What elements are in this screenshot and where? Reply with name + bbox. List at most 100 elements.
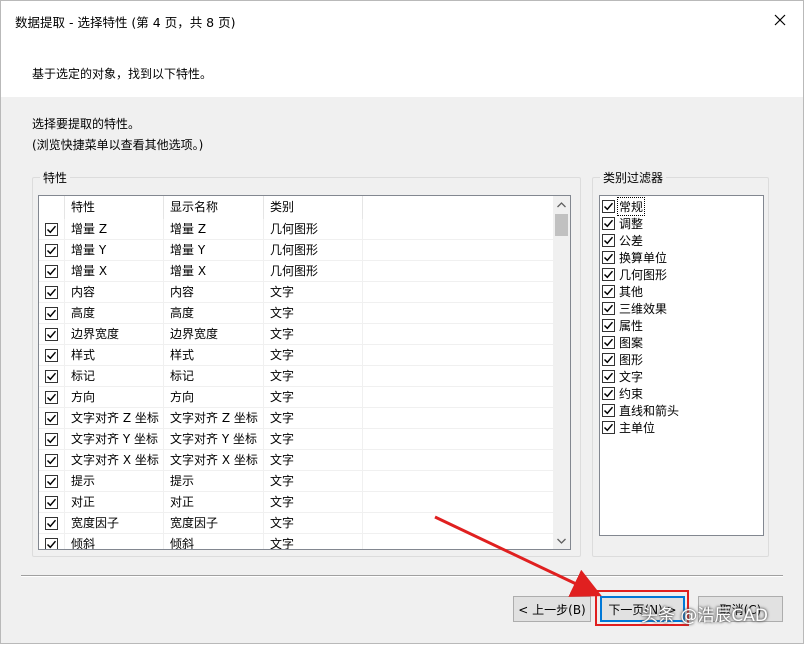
- display-name-cell[interactable]: 提示: [164, 471, 264, 492]
- row-checkbox-cell[interactable]: [39, 282, 65, 303]
- table-row[interactable]: 方向 方向 文字: [39, 387, 553, 408]
- row-checkbox-cell[interactable]: [39, 387, 65, 408]
- row-checkbox-cell[interactable]: [39, 219, 65, 240]
- display-name-cell[interactable]: 边界宽度: [164, 324, 264, 345]
- back-button[interactable]: < 上一步(B): [513, 596, 591, 622]
- table-row[interactable]: 宽度因子 宽度因子 文字: [39, 513, 553, 534]
- row-checkbox[interactable]: [45, 328, 58, 341]
- row-checkbox[interactable]: [45, 307, 58, 320]
- table-row[interactable]: 对正 对正 文字: [39, 492, 553, 513]
- display-name-cell[interactable]: 样式: [164, 345, 264, 366]
- row-checkbox[interactable]: [45, 370, 58, 383]
- filter-item[interactable]: 三维效果: [602, 300, 668, 317]
- filter-checkbox[interactable]: [602, 404, 615, 417]
- filter-item[interactable]: 公差: [602, 232, 644, 249]
- filter-item[interactable]: 直线和箭头: [602, 402, 680, 419]
- display-name-cell[interactable]: 增量 Y: [164, 240, 264, 261]
- filter-item[interactable]: 属性: [602, 317, 644, 334]
- row-checkbox-cell[interactable]: [39, 366, 65, 387]
- row-checkbox[interactable]: [45, 517, 58, 530]
- display-name-cell[interactable]: 方向: [164, 387, 264, 408]
- filter-item[interactable]: 调整: [602, 215, 644, 232]
- table-row[interactable]: 文字对齐 Z 坐标 文字对齐 Z 坐标 文字: [39, 408, 553, 429]
- scroll-thumb[interactable]: [555, 214, 568, 236]
- display-name-cell[interactable]: 对正: [164, 492, 264, 513]
- scroll-up-button[interactable]: [553, 196, 570, 213]
- column-header-display-name[interactable]: 显示名称: [164, 196, 264, 219]
- filter-checkbox[interactable]: [602, 421, 615, 434]
- filter-checkbox[interactable]: [602, 319, 615, 332]
- row-checkbox[interactable]: [45, 244, 58, 257]
- filter-checkbox[interactable]: [602, 200, 615, 213]
- category-filter-list[interactable]: 常规 调整 公差 换算单位 几何图形 其他 三维效果 属性 图案 图形 文字 约束 直线和箭头 主单位: [599, 195, 764, 536]
- row-checkbox[interactable]: [45, 223, 58, 236]
- row-checkbox-cell[interactable]: [39, 513, 65, 534]
- table-row[interactable]: 高度 高度 文字: [39, 303, 553, 324]
- table-row[interactable]: 文字对齐 Y 坐标 文字对齐 Y 坐标 文字: [39, 429, 553, 450]
- row-checkbox-cell[interactable]: [39, 408, 65, 429]
- vertical-scrollbar[interactable]: [553, 196, 570, 549]
- display-name-cell[interactable]: 增量 Z: [164, 219, 264, 240]
- row-checkbox[interactable]: [45, 349, 58, 362]
- table-row[interactable]: 文字对齐 X 坐标 文字对齐 X 坐标 文字: [39, 450, 553, 471]
- filter-item[interactable]: 常规: [602, 197, 646, 216]
- filter-checkbox[interactable]: [602, 387, 615, 400]
- filter-checkbox[interactable]: [602, 302, 615, 315]
- row-checkbox[interactable]: [45, 496, 58, 509]
- display-name-cell[interactable]: 高度: [164, 303, 264, 324]
- row-checkbox-cell[interactable]: [39, 492, 65, 513]
- row-checkbox-cell[interactable]: [39, 450, 65, 471]
- table-row[interactable]: 标记 标记 文字: [39, 366, 553, 387]
- display-name-cell[interactable]: 文字对齐 X 坐标: [164, 450, 264, 471]
- display-name-cell[interactable]: 文字对齐 Y 坐标: [164, 429, 264, 450]
- filter-checkbox[interactable]: [602, 268, 615, 281]
- row-checkbox[interactable]: [45, 286, 58, 299]
- table-row[interactable]: 样式 样式 文字: [39, 345, 553, 366]
- filter-item[interactable]: 主单位: [602, 419, 656, 436]
- row-checkbox-cell[interactable]: [39, 429, 65, 450]
- filter-item[interactable]: 图案: [602, 334, 644, 351]
- row-checkbox-cell[interactable]: [39, 471, 65, 492]
- filter-checkbox[interactable]: [602, 353, 615, 366]
- display-name-cell[interactable]: 倾斜: [164, 534, 264, 549]
- display-name-cell[interactable]: 标记: [164, 366, 264, 387]
- filter-item[interactable]: 文字: [602, 368, 644, 385]
- properties-grid[interactable]: 特性 显示名称 类别 增量 Z 增量 Z 几何图形 增量 Y 增量 Y 几何图形 增量 X增…: [38, 195, 571, 550]
- column-header-property[interactable]: 特性: [65, 196, 164, 219]
- row-checkbox[interactable]: [45, 454, 58, 467]
- row-checkbox-cell[interactable]: [39, 534, 65, 549]
- filter-item[interactable]: 换算单位: [602, 249, 668, 266]
- row-checkbox-cell[interactable]: [39, 261, 65, 282]
- table-row[interactable]: 提示 提示 文字: [39, 471, 553, 492]
- filter-checkbox[interactable]: [602, 370, 615, 383]
- row-checkbox[interactable]: [45, 538, 58, 549]
- filter-checkbox[interactable]: [602, 217, 615, 230]
- table-row[interactable]: 增量 Z 增量 Z 几何图形: [39, 219, 553, 240]
- row-checkbox-cell[interactable]: [39, 324, 65, 345]
- row-checkbox[interactable]: [45, 475, 58, 488]
- display-name-cell[interactable]: 内容: [164, 282, 264, 303]
- display-name-cell[interactable]: 增量 X: [164, 261, 264, 282]
- row-checkbox[interactable]: [45, 391, 58, 404]
- display-name-cell[interactable]: 文字对齐 Z 坐标: [164, 408, 264, 429]
- table-row[interactable]: 增量 Y 增量 Y 几何图形: [39, 240, 553, 261]
- row-checkbox-cell[interactable]: [39, 345, 65, 366]
- scroll-down-button[interactable]: [553, 532, 570, 549]
- table-row[interactable]: 增量 X 增量 X 几何图形: [39, 261, 553, 282]
- column-header-category[interactable]: 类别: [264, 196, 363, 219]
- filter-item[interactable]: 约束: [602, 385, 644, 402]
- row-checkbox-cell[interactable]: [39, 240, 65, 261]
- table-row[interactable]: 内容 内容 文字: [39, 282, 553, 303]
- header-check-column[interactable]: [39, 196, 65, 219]
- filter-item[interactable]: 几何图形: [602, 266, 668, 283]
- display-name-cell[interactable]: 宽度因子: [164, 513, 264, 534]
- filter-checkbox[interactable]: [602, 336, 615, 349]
- row-checkbox[interactable]: [45, 433, 58, 446]
- filter-checkbox[interactable]: [602, 285, 615, 298]
- close-button[interactable]: [763, 5, 797, 35]
- row-checkbox[interactable]: [45, 265, 58, 278]
- table-row[interactable]: 倾斜 倾斜 文字: [39, 534, 553, 549]
- table-row[interactable]: 边界宽度 边界宽度 文字: [39, 324, 553, 345]
- filter-checkbox[interactable]: [602, 234, 615, 247]
- filter-item[interactable]: 图形: [602, 351, 644, 368]
